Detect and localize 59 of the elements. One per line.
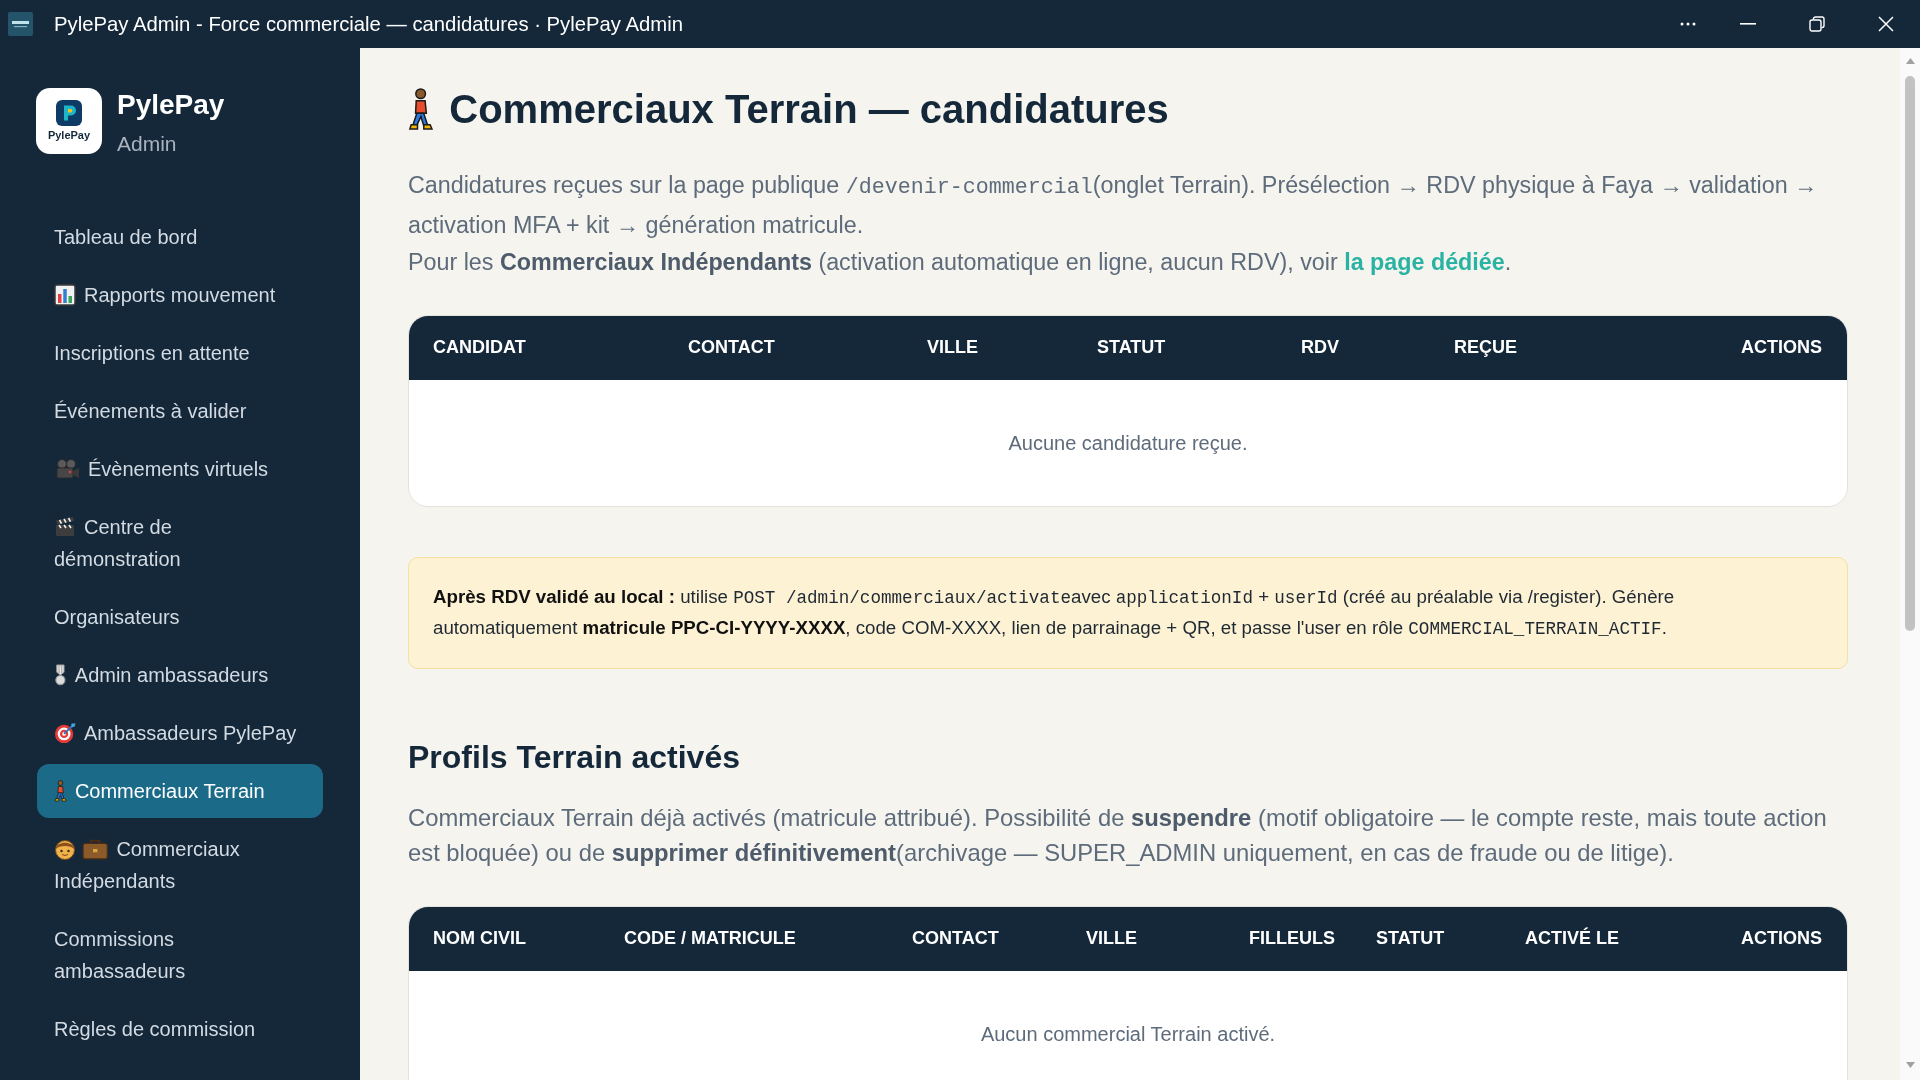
column-header: STATUT: [1097, 337, 1166, 357]
logo-mark-icon: [56, 100, 82, 126]
column-header: CANDIDAT: [433, 337, 526, 357]
column-header: RDV: [1301, 337, 1339, 357]
nav-item[interactable]: Commissions ambassadeurs: [37, 912, 323, 998]
column-header: VILLE: [1086, 928, 1137, 948]
empty-message: Aucune candidature reçue.: [1008, 430, 1248, 456]
logo-wordmark: PylePay: [47, 129, 91, 141]
nav-item[interactable]: Événements à valider: [37, 384, 323, 438]
page-title: Commerciaux Terrain — candidatures: [449, 86, 1169, 132]
nav-item[interactable]: Organisateurs: [37, 590, 323, 644]
nav-item[interactable]: Centre de démonstration: [37, 500, 323, 586]
column-header: ACTIONS: [1741, 337, 1822, 357]
caret-down-icon: [1905, 1062, 1915, 1068]
column-header: CODE / MATRICULE: [624, 928, 796, 948]
intro-note: Pour les Commerciaux Indépendants (activation automatique en ligne, aucun RDV), voir la page dédiée.: [408, 248, 1513, 277]
walking-person-icon: [408, 87, 434, 131]
column-header: ACTIONS: [1741, 928, 1822, 948]
window-title: PylePay Admin - Force commerciale — candidatures · PylePay Admin: [54, 11, 683, 37]
nav-item[interactable]: Tableau de bord: [37, 210, 323, 264]
brand-name: PylePay: [117, 88, 225, 122]
briefcase-icon: [82, 838, 109, 860]
column-header: STATUT: [1376, 928, 1445, 948]
boy-face-icon: [54, 838, 76, 860]
bar-chart-icon: [54, 284, 76, 306]
nav-item[interactable]: Commerciaux Terrain: [37, 764, 323, 818]
nav-item[interactable]: Rapports mouvement: [37, 268, 323, 322]
minimize-icon: [1739, 23, 1756, 25]
brand-subtitle: Admin: [117, 131, 178, 157]
column-header: CONTACT: [688, 337, 775, 357]
section-description: Commerciaux Terrain déjà activés (matricule attribué). Possibilité de suspendre (motif obligatoire — le compte reste, mais toute action est bloquée) ou de supprimer définitivement(archivage — SUPER_ADMIN uniquement, en cas de fraude ou de litige).: [408, 802, 1828, 868]
column-header: CONTACT: [912, 928, 999, 948]
medal-icon: [54, 664, 67, 686]
empty-message: Aucun commercial Terrain activé.: [980, 1021, 1276, 1047]
clapperboard-icon: [54, 516, 76, 538]
nav-item[interactable]: Admin ambassadeurs: [37, 648, 323, 702]
activation-notice: Après RDV validé au local : utilise POST /admin/commerciaux/activateavec applicationId + userId (créé au préalable via /register). Génère automatiquement matricule PPC-CI-YYYY-XXXX, code COM-XXXX, lien de parrainage + QR, et passe l'user en rôle COMMERCIAL_TERRAIN_ACTIF.: [408, 556, 1848, 669]
nav-item[interactable]: Règles de commission: [37, 1002, 323, 1056]
video-camera-icon: [54, 458, 80, 480]
nav-item[interactable]: Évènements virtuels: [37, 442, 323, 496]
scrollbar-thumb[interactable]: [1905, 76, 1915, 631]
ellipsis-icon: [1680, 22, 1696, 26]
scrollbar[interactable]: [1900, 48, 1920, 1080]
nav-item[interactable]: Inscriptions en attente: [37, 326, 323, 380]
restore-icon: [1808, 16, 1825, 32]
close-icon: [1877, 16, 1894, 32]
column-header: FILLEULS: [1249, 928, 1335, 948]
nav-item[interactable]: Commerciaux Indépendants: [37, 822, 323, 908]
walking-person-icon: [54, 780, 67, 802]
app-icon: [8, 12, 33, 36]
nav-item[interactable]: Ambassadeurs PylePay: [37, 706, 323, 760]
column-header: REÇUE: [1454, 337, 1517, 357]
column-header: ACTIVÉ LE: [1525, 928, 1619, 948]
section-title: Profils Terrain activés: [408, 737, 741, 777]
caret-up-icon: [1905, 58, 1915, 64]
intro-text: Candidatures reçues sur la page publique /devenir-commercial(onglet Terrain). Présélection → RDV physique à Faya → validation → activation MFA + kit → génération matricule.: [408, 171, 1819, 240]
column-header: VILLE: [927, 337, 978, 357]
column-header: NOM CIVIL: [433, 928, 526, 948]
target-icon: [54, 722, 76, 744]
